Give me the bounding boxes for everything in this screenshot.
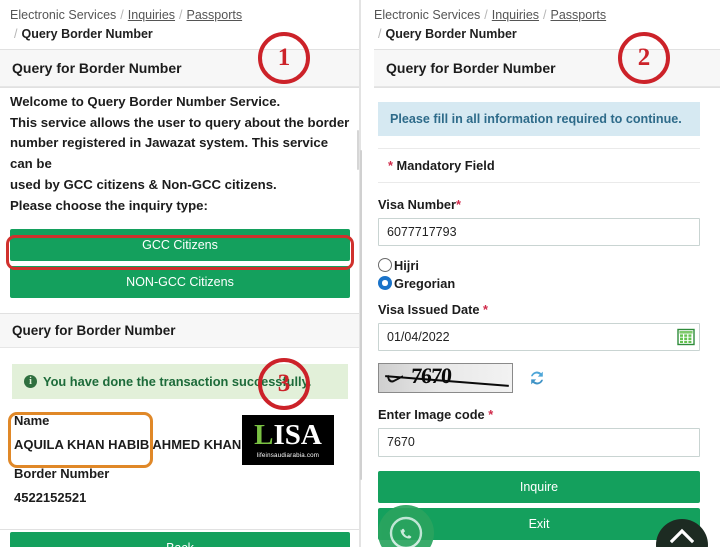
name-value: AQUILA KHAN HABIB AHMED KHAN — [14, 436, 242, 452]
breadcrumb-passports[interactable]: Passports — [187, 8, 243, 22]
screenshot-root: Electronic Services / Inquiries / Passports … — [0, 0, 720, 547]
radio-hijri-row[interactable]: Hijri — [378, 258, 700, 273]
lisa-logo-wordmark: LISA — [254, 418, 322, 451]
result-card-body: i You have done the transaction successf… — [0, 348, 360, 529]
image-code-label-text: Enter Image code — [378, 406, 485, 422]
query-card: Query for Border Number — [374, 48, 720, 88]
back-button[interactable]: Back — [10, 531, 350, 547]
welcome-line-5: Please choose the inquiry type: — [10, 198, 208, 214]
radio-hijri-label: Hijri — [394, 257, 419, 273]
breadcrumb-electronic-services[interactable]: Electronic Services — [374, 8, 480, 22]
breadcrumb-inquiries[interactable]: Inquiries — [128, 8, 175, 22]
radio-gregorian[interactable] — [378, 276, 392, 291]
breadcrumb-separator: / — [179, 8, 183, 22]
breadcrumb-current: Query Border Number — [385, 27, 517, 42]
refresh-captcha-icon[interactable] — [527, 368, 547, 388]
visa-issued-date-label-text: Visa Issued Date — [378, 301, 480, 317]
name-label: Name — [14, 412, 50, 428]
result-row: Name AQUILA KHAN HABIB AHMED KHAN Border… — [12, 413, 348, 519]
visa-issued-date-label: Visa Issued Date * — [378, 302, 700, 317]
breadcrumb-separator: / — [543, 8, 547, 22]
visa-issued-date-field — [378, 322, 700, 351]
welcome-line-1: Welcome to Query Border Number Service. — [10, 93, 281, 109]
border-number-value: 4522152521 — [14, 489, 87, 505]
captcha-image: 7670 — [378, 362, 513, 393]
border-number-label: Border Number — [14, 465, 110, 481]
lisa-logo-subtitle: lifeinsaudiarabia.com — [256, 451, 320, 459]
non-gcc-citizens-button[interactable]: NON-GCC Citizens — [10, 265, 350, 298]
result-card: Query for Border Number i You have done … — [0, 312, 360, 530]
gcc-citizens-button[interactable]: GCC Citizens — [10, 228, 350, 261]
result-fields: Name AQUILA KHAN HABIB AHMED KHAN Border… — [12, 413, 241, 519]
welcome-line-4: used by GCC citizens & Non-GCC citizens. — [10, 177, 277, 193]
welcome-line-3: number registered in Jawazat system. Thi… — [10, 135, 329, 172]
success-alert: i You have done the transaction successf… — [12, 363, 348, 399]
captcha-image-text: 7670 — [410, 362, 452, 388]
mandatory-field-label: Mandatory Field — [396, 157, 495, 173]
breadcrumb-electronic-services[interactable]: Electronic Services — [10, 8, 116, 22]
breadcrumb: Electronic Services / Inquiries / Passports … — [360, 0, 720, 49]
required-star-icon: * — [456, 196, 461, 212]
image-code-label: Enter Image code * — [378, 407, 700, 422]
breadcrumb-separator: / — [484, 8, 488, 22]
radio-hijri[interactable] — [378, 258, 392, 273]
result-card-title: Query for Border Number — [0, 313, 360, 348]
required-star-icon: * — [483, 301, 489, 317]
breadcrumb-separator: / — [14, 27, 18, 42]
radio-gregorian-row[interactable]: Gregorian — [378, 276, 700, 291]
required-star-icon: * — [388, 157, 393, 173]
visa-issued-date-input[interactable] — [378, 322, 700, 351]
info-icon: i — [24, 374, 37, 388]
query-card-title: Query for Border Number — [374, 49, 720, 87]
visa-number-input[interactable] — [378, 217, 700, 246]
breadcrumb-separator: / — [378, 27, 382, 42]
lisa-logo-letter-l: L — [254, 418, 274, 451]
required-star-icon: * — [488, 406, 494, 422]
inquire-button[interactable]: Inquire — [378, 470, 700, 503]
left-action-buttons: Back Exit — [0, 531, 360, 547]
lisa-logo-letters-isa: ISA — [273, 418, 322, 451]
right-form: Please fill in all information required … — [360, 88, 720, 540]
left-panel: Electronic Services / Inquiries / Passports … — [0, 0, 360, 547]
captcha-row: 7670 — [378, 362, 700, 393]
visa-number-label: Visa Number* — [378, 197, 700, 212]
lisa-logo: LISA lifeinsaudiarabia.com — [242, 414, 334, 465]
right-panel: Electronic Services / Inquiries / Passports … — [360, 0, 720, 547]
info-alert: Please fill in all information required … — [378, 101, 700, 136]
visa-number-label-text: Visa Number — [378, 196, 456, 212]
success-alert-text: You have done the transaction successful… — [43, 373, 312, 389]
image-code-input[interactable] — [378, 427, 700, 457]
breadcrumb: Electronic Services / Inquiries / Passports … — [0, 0, 360, 49]
query-card: Query for Border Number — [0, 48, 360, 88]
mandatory-field-note: * Mandatory Field — [378, 147, 700, 183]
welcome-line-2: This service allows the user to query ab… — [10, 114, 350, 130]
breadcrumb-inquiries[interactable]: Inquiries — [492, 8, 539, 22]
breadcrumb-separator: / — [120, 8, 124, 22]
radio-gregorian-label: Gregorian — [394, 275, 456, 291]
right-panel-scrollbar[interactable] — [360, 150, 362, 480]
query-card-title: Query for Border Number — [0, 49, 360, 87]
breadcrumb-current: Query Border Number — [21, 27, 153, 42]
calendar-icon[interactable] — [677, 328, 695, 346]
inquiry-type-buttons: GCC Citizens NON-GCC Citizens — [0, 228, 360, 298]
breadcrumb-passports[interactable]: Passports — [551, 8, 607, 22]
welcome-text: Welcome to Query Border Number Service. … — [0, 88, 360, 219]
